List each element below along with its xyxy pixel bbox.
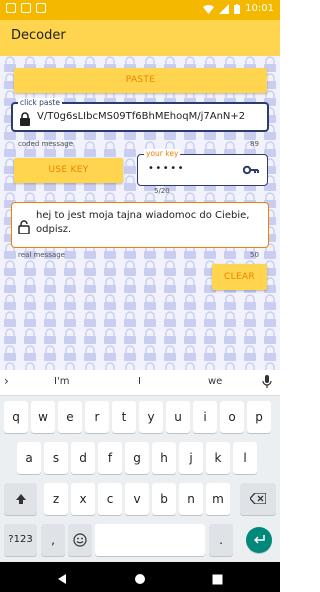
backspace-key[interactable] — [240, 483, 276, 515]
battery-icon — [234, 3, 241, 14]
emoji-icon — [73, 533, 87, 547]
key-v[interactable]: v — [125, 483, 149, 515]
key-q[interactable]: q — [4, 401, 28, 433]
key-l[interactable]: l — [233, 442, 257, 474]
enter-arrow-icon — [253, 535, 265, 544]
signal-icon — [219, 3, 230, 14]
main-content: PASTE click paste V/T0g6sLIbcMS09Tf6BhME… — [0, 56, 280, 370]
suggestion-item[interactable]: I'm — [54, 376, 69, 387]
coded-field-value: V/T0g6sLIbcMS09Tf6BhMEhoqM/j7AnN+2 — [37, 111, 246, 122]
key-j[interactable]: j — [179, 442, 203, 474]
symbols-key[interactable]: ?123 — [4, 524, 37, 556]
key-y[interactable]: y — [139, 401, 163, 433]
emoji-key[interactable] — [68, 524, 92, 556]
coded-field-label: click paste — [18, 98, 62, 107]
key-n[interactable]: n — [179, 483, 203, 515]
coded-char-count: 89 — [250, 140, 259, 148]
wifi-icon — [203, 4, 215, 14]
key-field-label: your key — [144, 149, 181, 158]
key-c[interactable]: c — [98, 483, 122, 515]
key-k[interactable]: k — [206, 442, 230, 474]
coded-message-field[interactable]: click paste V/T0g6sLIbcMS09Tf6BhMEhoqM/j… — [11, 98, 269, 132]
key-field[interactable]: your key ••••• — [137, 149, 268, 186]
period-key[interactable]: . — [209, 524, 233, 556]
key-h[interactable]: h — [152, 442, 176, 474]
system-icon — [36, 3, 46, 13]
shift-key[interactable] — [4, 483, 37, 515]
key-d[interactable]: d — [71, 442, 95, 474]
key-g[interactable]: g — [125, 442, 149, 474]
navigation-bar — [0, 562, 280, 592]
real-char-count: 50 — [250, 251, 259, 259]
lock-open-icon — [18, 220, 30, 234]
comma-key[interactable]: , — [41, 524, 65, 556]
key-e[interactable]: e — [58, 401, 82, 433]
backspace-icon — [249, 492, 267, 505]
suggestion-item[interactable]: I — [138, 376, 141, 387]
key-f[interactable]: f — [98, 442, 122, 474]
app-bar: Decoder — [0, 20, 280, 56]
suggestion-strip: › I'm I we — [0, 370, 280, 396]
key-i[interactable]: i — [193, 401, 217, 433]
key-x[interactable]: x — [71, 483, 95, 515]
status-time: 10:01 — [245, 3, 274, 14]
app-icon — [6, 3, 16, 13]
enter-key[interactable] — [246, 527, 272, 553]
key-s[interactable]: s — [44, 442, 68, 474]
use-key-button[interactable]: USE KEY — [14, 158, 123, 183]
key-u[interactable]: u — [166, 401, 190, 433]
paste-button[interactable]: PASTE — [14, 68, 267, 93]
key-icon[interactable] — [243, 165, 259, 175]
space-bar[interactable] — [95, 524, 205, 556]
notification-icon — [21, 3, 31, 13]
soft-keyboard: › I'm I we q w e r t y u i o p a s d f g… — [0, 370, 280, 562]
real-message-field[interactable]: hej to jest moja tajna wiadomoc do Ciebi… — [11, 202, 269, 248]
key-p[interactable]: p — [247, 401, 271, 433]
lock-closed-icon — [20, 112, 30, 126]
back-icon[interactable] — [56, 570, 68, 589]
key-char-count: 5/20 — [154, 187, 170, 195]
key-field-value: ••••• — [148, 163, 185, 174]
chevron-right-icon[interactable]: › — [4, 374, 9, 388]
home-icon[interactable] — [134, 570, 146, 589]
key-o[interactable]: o — [220, 401, 244, 433]
real-field-value: hej to jest moja tajna wiadomoc do Ciebi… — [36, 210, 250, 235]
key-w[interactable]: w — [31, 401, 55, 433]
recents-icon[interactable] — [212, 570, 223, 589]
app-title: Decoder — [11, 28, 66, 43]
suggestion-item[interactable]: we — [208, 376, 222, 387]
clear-button[interactable]: CLEAR — [212, 264, 267, 290]
shift-icon — [15, 494, 26, 504]
coded-helper-text: coded message — [18, 140, 74, 148]
real-helper-text: real message — [18, 251, 65, 259]
microphone-icon[interactable] — [262, 375, 272, 389]
key-r[interactable]: r — [85, 401, 109, 433]
status-bar: 10:01 — [0, 0, 280, 20]
key-t[interactable]: t — [112, 401, 136, 433]
key-b[interactable]: b — [152, 483, 176, 515]
key-a[interactable]: a — [17, 442, 41, 474]
key-m[interactable]: m — [206, 483, 230, 515]
key-z[interactable]: z — [44, 483, 68, 515]
